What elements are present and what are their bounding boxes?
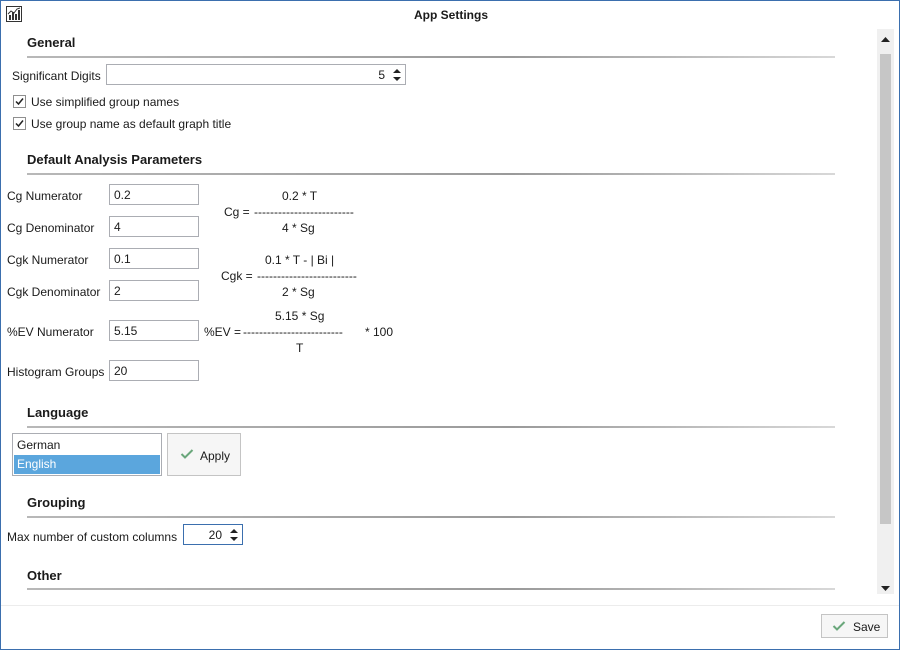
language-option-german[interactable]: German: [14, 436, 160, 455]
title-bar: App Settings: [1, 1, 899, 29]
checkmark-icon: [832, 620, 846, 635]
cg-numerator-label: Cg Numerator: [7, 189, 83, 203]
cg-numerator-input[interactable]: 0.2: [109, 184, 199, 205]
checkmark-icon: [180, 448, 194, 463]
checkmark-icon: [15, 120, 24, 128]
group-title-checkbox[interactable]: [13, 117, 26, 130]
language-option-english[interactable]: English: [14, 455, 160, 474]
apply-button-label: Apply: [200, 449, 231, 463]
cgk-numerator-input[interactable]: 0.1: [109, 248, 199, 269]
section-analysis-heading: Default Analysis Parameters: [27, 152, 203, 167]
ev-formula-line: -------------------------: [243, 325, 343, 339]
simplified-names-label[interactable]: Use simplified group names: [31, 95, 179, 109]
cgk-denominator-input[interactable]: 2: [109, 280, 199, 301]
spin-arrows-icon: [393, 69, 401, 81]
section-separator: [27, 173, 835, 175]
cg-formula-left: Cg =: [224, 205, 250, 219]
ev-formula-denominator: T: [296, 341, 304, 355]
cg-formula-line: -------------------------: [254, 205, 354, 219]
cgk-formula-left: Cgk =: [221, 269, 253, 283]
save-button-label: Save: [853, 620, 881, 634]
section-separator: [27, 426, 835, 428]
group-title-label[interactable]: Use group name as default graph title: [31, 117, 231, 131]
cgk-formula-denominator: 2 * Sg: [282, 285, 315, 299]
ev-formula-suffix: * 100: [365, 325, 394, 339]
significant-digits-stepper[interactable]: 5: [106, 64, 406, 85]
cgk-denominator-label: Cgk Denominator: [7, 285, 101, 299]
section-other-heading: Other: [27, 568, 62, 583]
cg-formula-numerator: 0.2 * T: [282, 189, 318, 203]
cgk-formula-numerator: 0.1 * T - | Bi |: [265, 253, 335, 267]
ev-formula-left: %EV =: [204, 325, 242, 339]
section-separator: [27, 516, 835, 518]
simplified-names-checkbox[interactable]: [13, 95, 26, 108]
cgk-numerator-label: Cgk Numerator: [7, 253, 89, 267]
save-button[interactable]: Save: [821, 614, 888, 638]
spin-arrows-icon: [230, 529, 238, 541]
scroll-up-icon[interactable]: [880, 32, 891, 46]
significant-digits-label: Significant Digits: [12, 69, 101, 83]
max-columns-stepper[interactable]: 20: [183, 524, 243, 545]
scrollbar-thumb[interactable]: [880, 54, 891, 524]
significant-digits-value: 5: [378, 68, 385, 82]
ev-numerator-input[interactable]: 5.15: [109, 320, 199, 341]
histogram-groups-input[interactable]: 20: [109, 360, 199, 381]
cg-denominator-input[interactable]: 4: [109, 216, 199, 237]
section-grouping-heading: Grouping: [27, 495, 86, 510]
scroll-down-icon[interactable]: [880, 582, 891, 596]
language-listbox[interactable]: German English: [12, 433, 162, 476]
max-columns-label: Max number of custom columns: [7, 530, 178, 544]
histogram-groups-label: Histogram Groups: [7, 365, 105, 379]
section-separator: [27, 588, 835, 590]
stepper-arrows[interactable]: [228, 526, 240, 547]
checkmark-icon: [15, 98, 24, 106]
ev-formula-numerator: 5.15 * Sg: [275, 309, 325, 323]
section-general-heading: General: [27, 35, 76, 50]
footer-separator: [1, 605, 899, 606]
vertical-scrollbar[interactable]: [877, 29, 894, 594]
ev-numerator-label: %EV Numerator: [7, 325, 94, 339]
window-title: App Settings: [414, 8, 488, 22]
cg-denominator-label: Cg Denominator: [7, 221, 95, 235]
section-language-heading: Language: [27, 405, 89, 420]
apply-button[interactable]: Apply: [167, 433, 241, 476]
cg-formula-denominator: 4 * Sg: [282, 221, 315, 235]
stepper-arrows[interactable]: [391, 66, 403, 87]
section-separator: [27, 56, 835, 58]
cgk-formula-line: -------------------------: [257, 269, 357, 283]
max-columns-value: 20: [208, 528, 222, 542]
